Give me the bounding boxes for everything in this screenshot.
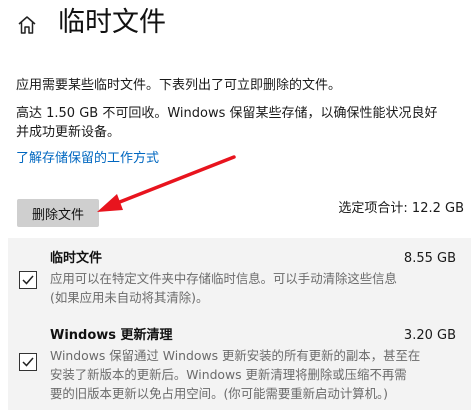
learn-storage-reserve-link[interactable]: 了解存储保留的工作方式 xyxy=(16,149,159,169)
item-title: Windows 更新清理 xyxy=(50,328,173,343)
storage-reserve-text-cont: 并成功更新设备。 xyxy=(16,125,121,140)
item-description: 应用可以在特定文件夹中存储临时信息。可以手动清除这些信息 (如果应用未自动将其清… xyxy=(50,271,397,305)
storage-reserve-text: 高达 1.50 GB 不可回收。Windows 保留某些存储，以确保性能状况良好 xyxy=(16,106,438,121)
selected-total: 选定项合计: 12.2 GB xyxy=(338,201,464,216)
delete-files-button[interactable]: 删除文件 xyxy=(17,199,99,227)
page-header: 临时文件 xyxy=(0,0,471,50)
check-icon xyxy=(22,357,34,367)
home-icon[interactable] xyxy=(16,14,38,36)
item-size: 3.20 GB xyxy=(403,328,456,343)
temp-files-checkbox[interactable] xyxy=(19,271,37,289)
page-title: 临时文件 xyxy=(58,7,166,38)
intro-text: 应用需要某些临时文件。下表列出了可立即删除的文件。 xyxy=(16,78,342,93)
windows-update-cleanup-checkbox[interactable] xyxy=(19,353,37,371)
check-icon xyxy=(22,275,34,285)
item-description: Windows 保留通过 Windows 更新安装的所有更新的副本，甚至在 安装… xyxy=(50,348,421,401)
item-title: 临时文件 xyxy=(50,251,103,266)
item-size: 8.55 GB xyxy=(403,251,456,266)
file-category-list: 临时文件 8.55 GB 应用可以在特定文件夹中存储临时信息。可以手动清除这些信… xyxy=(8,238,471,410)
